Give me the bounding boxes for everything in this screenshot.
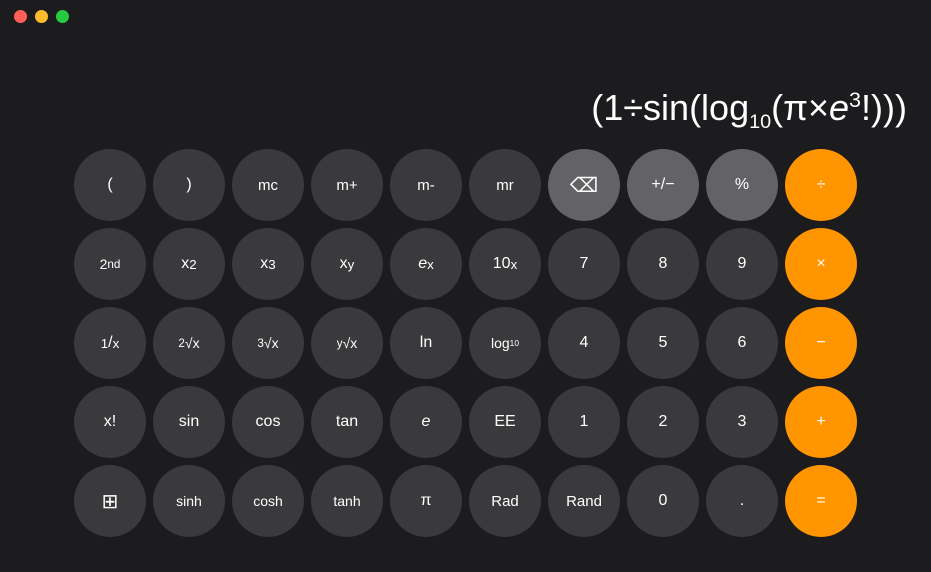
percent-button[interactable]: % [706,149,778,221]
eight-button[interactable]: 8 [627,228,699,300]
rad-button[interactable]: Rad [469,465,541,537]
memory-subtract-button[interactable]: m- [390,149,462,221]
maximize-button[interactable] [56,10,69,23]
button-row-1: ()mcm+m-mr⌫+/−%÷ [10,149,921,221]
equals-button[interactable]: = [785,465,857,537]
tan-button[interactable]: tan [311,386,383,458]
sinh-button[interactable]: sinh [153,465,225,537]
memory-clear-button[interactable]: mc [232,149,304,221]
buttons-area: ()mcm+m-mr⌫+/−%÷2ndx2x3xyex10x789×1/x2√x… [0,143,931,547]
sin-button[interactable]: sin [153,386,225,458]
calculator-window: (1÷sin(log10(π×e3!))) ()mcm+m-mr⌫+/−%÷2n… [0,0,931,572]
cos-button[interactable]: cos [232,386,304,458]
display-text: (1÷sin(log10(π×e3!))) [591,86,907,135]
one-button[interactable]: 1 [548,386,620,458]
two-button[interactable]: 2 [627,386,699,458]
tanh-button[interactable]: tanh [311,465,383,537]
close-paren-button[interactable]: ) [153,149,225,221]
pi-button[interactable]: π [390,465,462,537]
open-paren-button[interactable]: ( [74,149,146,221]
x-power-y-button[interactable]: xy [311,228,383,300]
decimal-button[interactable]: . [706,465,778,537]
factorial-button[interactable]: x! [74,386,146,458]
plus-minus-button[interactable]: +/− [627,149,699,221]
four-button[interactable]: 4 [548,307,620,379]
square-root-button[interactable]: 2√x [153,307,225,379]
titlebar [0,0,931,33]
button-row-3: 1/x2√x3√xy√xlnlog10456− [10,307,921,379]
divide-button[interactable]: ÷ [785,149,857,221]
five-button[interactable]: 5 [627,307,699,379]
memory-add-button[interactable]: m+ [311,149,383,221]
zero-button[interactable]: 0 [627,465,699,537]
cube-root-button[interactable]: 3√x [232,307,304,379]
minimize-button[interactable] [35,10,48,23]
memory-recall-button[interactable]: mr [469,149,541,221]
close-button[interactable] [14,10,27,23]
six-button[interactable]: 6 [706,307,778,379]
button-row-2: 2ndx2x3xyex10x789× [10,228,921,300]
multiply-button[interactable]: × [785,228,857,300]
subtract-button[interactable]: − [785,307,857,379]
button-row-5: ⊞sinhcoshtanhπRadRand0.= [10,465,921,537]
ee-button[interactable]: EE [469,386,541,458]
log10-button[interactable]: log10 [469,307,541,379]
ln-button[interactable]: ln [390,307,462,379]
one-over-x-button[interactable]: 1/x [74,307,146,379]
button-row-4: x!sincostaneEE123+ [10,386,921,458]
x-squared-button[interactable]: x2 [153,228,225,300]
backspace-button[interactable]: ⌫ [548,149,620,221]
ten-power-x-button[interactable]: 10x [469,228,541,300]
add-button[interactable]: + [785,386,857,458]
nine-button[interactable]: 9 [706,228,778,300]
three-button[interactable]: 3 [706,386,778,458]
cosh-button[interactable]: cosh [232,465,304,537]
rand-button[interactable]: Rand [548,465,620,537]
grid-button[interactable]: ⊞ [74,465,146,537]
seven-button[interactable]: 7 [548,228,620,300]
second-button[interactable]: 2nd [74,228,146,300]
x-cubed-button[interactable]: x3 [232,228,304,300]
y-root-button[interactable]: y√x [311,307,383,379]
euler-button[interactable]: e [390,386,462,458]
display: (1÷sin(log10(π×e3!))) [0,33,931,143]
e-power-x-button[interactable]: ex [390,228,462,300]
